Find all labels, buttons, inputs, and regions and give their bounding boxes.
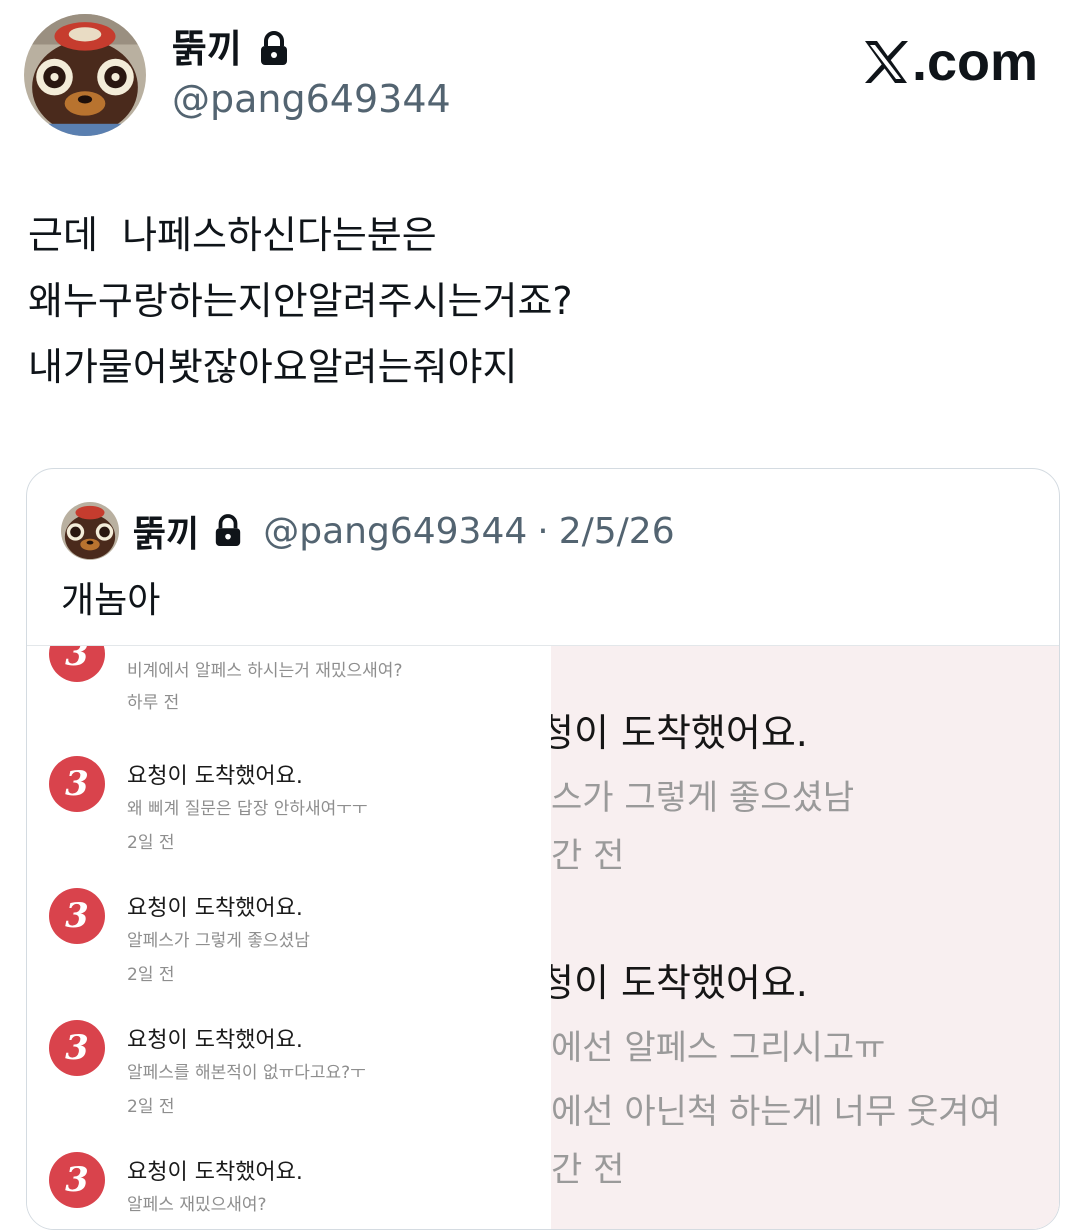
notification-item: 3 요청이 도착했어요. 왜 삐계 질문은 답장 안하새여ㅜㅜ 2일 전 bbox=[27, 756, 551, 876]
zoom-title: 청이 도착했어요. bbox=[551, 711, 808, 755]
raccoon-avatar-icon bbox=[61, 502, 119, 560]
app-icon: 3 bbox=[49, 888, 105, 944]
notification-time: 2일 전 bbox=[127, 833, 175, 853]
author-avatar[interactable] bbox=[24, 14, 146, 136]
author-display-name[interactable]: 뚥끼 bbox=[172, 22, 242, 76]
tweet-line: 근데 나페스하신다는분은 bbox=[28, 213, 437, 257]
x-logo-icon bbox=[864, 41, 908, 83]
quoted-tweet-date: 2/5/26 bbox=[558, 510, 675, 552]
author-handle[interactable]: @pang649344 bbox=[172, 74, 451, 124]
zoom-message: 스가 그렇게 좋으셨남 bbox=[551, 778, 855, 818]
quoted-author-handle: @pang649344 bbox=[263, 510, 528, 552]
notification-time: 2일 전 bbox=[127, 965, 175, 985]
app-icon: 3 bbox=[49, 646, 105, 682]
notification-item: 3 비계에서 알페스 하시는거 재밌으새여? 하루 전 bbox=[27, 646, 551, 746]
notification-message: 비계에서 알페스 하시는거 재밌으새여? bbox=[127, 661, 403, 681]
notification-title: 요청이 도착했어요. bbox=[127, 764, 303, 789]
lock-icon bbox=[216, 514, 241, 546]
quoted-author-display-name: 뚥끼 bbox=[133, 514, 200, 555]
app-icon: 3 bbox=[49, 756, 105, 812]
quoted-author-avatar bbox=[61, 502, 119, 560]
notification-title: 요청이 도착했어요. bbox=[127, 896, 303, 921]
notification-list: 3 비계에서 알페스 하시는거 재밌으새여? 하루 전 3 요청이 도착했어요.… bbox=[27, 646, 551, 1229]
notification-message: 왜 삐계 질문은 답장 안하새여ㅜㅜ bbox=[127, 799, 368, 819]
zoom-time: 간 전 bbox=[551, 836, 625, 876]
quoted-tweet-header: 뚥끼 @pang649344 · 2/5/26 bbox=[61, 501, 675, 561]
app-icon: 3 bbox=[49, 1020, 105, 1076]
zoom-time: 간 전 bbox=[551, 1150, 625, 1190]
zoom-message: 에선 알페스 그리시고ㅠ bbox=[551, 1028, 886, 1068]
tweet-text: 근데 나페스하신다는분은 왜누구랑하는지안알려주시는거죠? 내가물어봣잖아요알려… bbox=[28, 202, 1048, 400]
raccoon-avatar-icon bbox=[24, 14, 146, 136]
quoted-tweet-image[interactable]: 3 비계에서 알페스 하시는거 재밌으새여? 하루 전 3 요청이 도착했어요.… bbox=[27, 646, 1059, 1229]
notification-time: 2일 전 bbox=[127, 1097, 175, 1117]
notification-title: 요청이 도착했어요. bbox=[127, 1160, 303, 1185]
notification-item: 3 요청이 도착했어요. 알페스를 해본적이 없ㅠ다고요?ㅜ 2일 전 bbox=[27, 1020, 551, 1140]
notification-message: 알페스 재밌으새여? bbox=[127, 1195, 267, 1215]
zoom-message: 에선 아닌척 하는게 너무 웃겨여 bbox=[551, 1092, 1001, 1132]
zoom-title: 청이 도착했어요. bbox=[551, 961, 808, 1005]
tweet-line: 왜누구랑하는지안알려주시는거죠? bbox=[28, 279, 573, 323]
x-logo-text: .com bbox=[911, 32, 1038, 92]
notification-title: 요청이 도착했어요. bbox=[127, 1028, 303, 1053]
separator-dot: · bbox=[537, 510, 549, 552]
quoted-tweet-card[interactable]: 뚥끼 @pang649344 · 2/5/26 개놈아 3 비계에서 알페스 하… bbox=[26, 468, 1060, 1230]
quoted-tweet-text: 개놈아 bbox=[61, 580, 161, 621]
tweet-line: 내가물어봣잖아요알려는줘야지 bbox=[28, 345, 518, 389]
notification-item: 3 요청이 도착했어요. 알페스가 그렇게 좋으셨남 2일 전 bbox=[27, 888, 551, 1008]
notification-message: 알페스가 그렇게 좋으셨남 bbox=[127, 931, 310, 951]
zoomed-notification-panel: 청이 도착했어요. 스가 그렇게 좋으셨남 간 전 청이 도착했어요. 에선 알… bbox=[551, 646, 1059, 1229]
notification-time: 하루 전 bbox=[127, 693, 180, 713]
lock-icon bbox=[260, 31, 287, 65]
x-com-logo: .com bbox=[862, 30, 1038, 94]
notification-message: 알페스를 해본적이 없ㅠ다고요?ㅜ bbox=[127, 1063, 366, 1083]
notification-item: 3 요청이 도착했어요. 알페스 재밌으새여? bbox=[27, 1152, 551, 1229]
